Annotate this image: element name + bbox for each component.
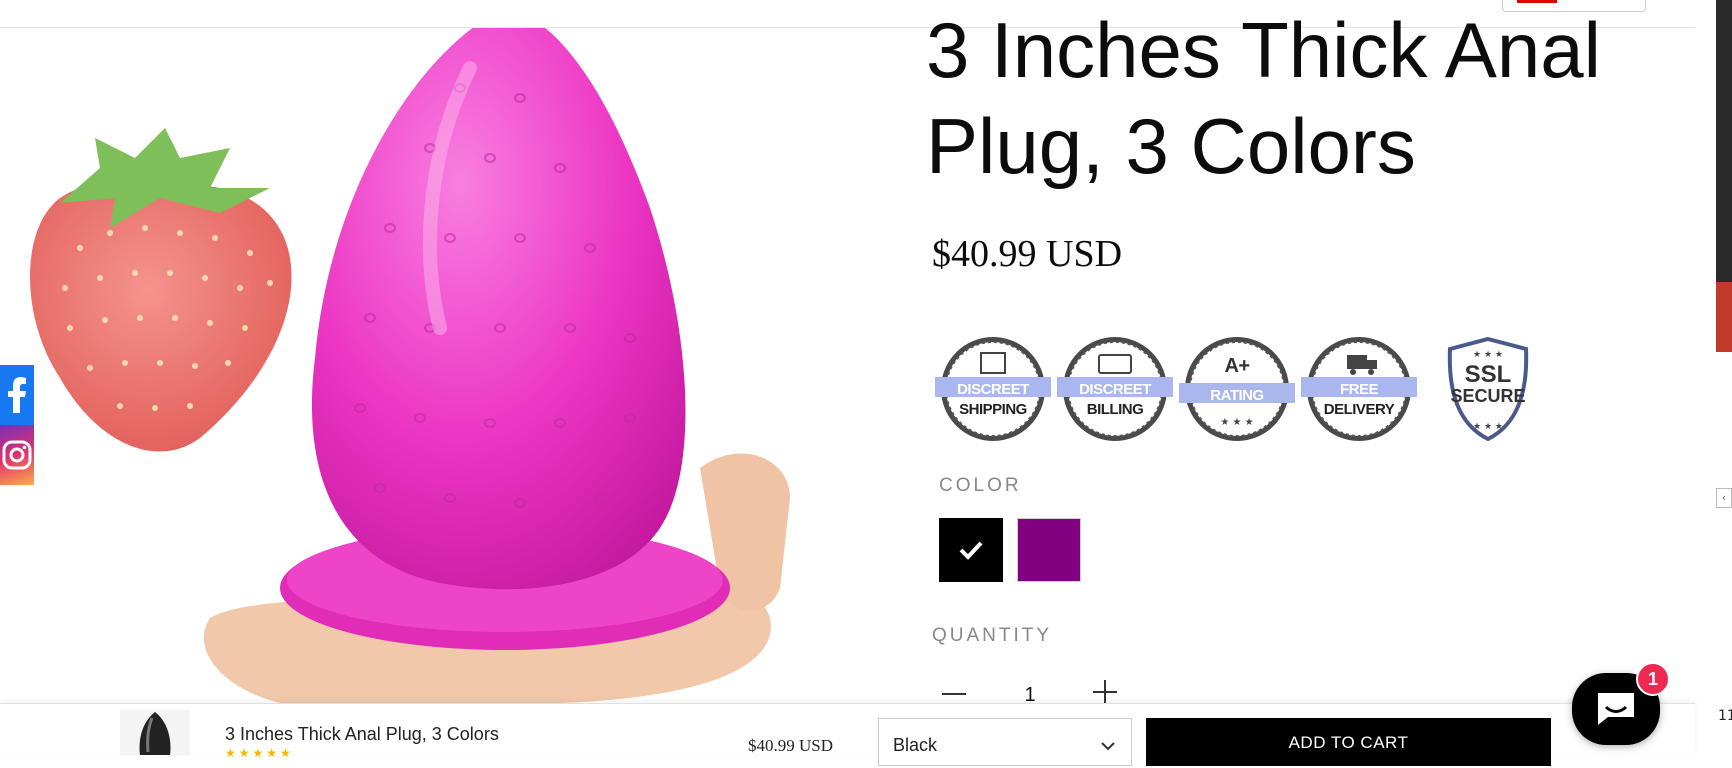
product-image[interactable] [0, 28, 810, 703]
chevron-down-icon [1101, 735, 1115, 756]
badge-line2: DELIVERY [1323, 401, 1395, 418]
badge-line1: FREE [1339, 381, 1379, 398]
badge-line2: SHIPPING [959, 401, 1027, 418]
sticky-add-to-cart-bar: 3 Inches Thick Anal Plug, 3 Colors ★★★★★… [0, 703, 1695, 766]
adjacent-window-edge: ‹ 11 [1716, 0, 1732, 754]
add-to-cart-button[interactable]: ADD TO CART [1146, 718, 1551, 766]
instagram-button[interactable] [0, 425, 34, 485]
facebook-button[interactable] [0, 365, 34, 425]
product-price: $40.99 USD [932, 233, 1123, 275]
badge-line2: BILLING [1086, 401, 1144, 418]
product-title: 3 Inches Thick Anal Plug, 3 Colors [926, 6, 1601, 190]
free-delivery-badge: FREE DELIVERY [1301, 335, 1417, 445]
chat-icon [1594, 689, 1638, 733]
ssl-secure-badge: ★ ★ ★ ★ ★ ★ SSL SECURE [1438, 335, 1538, 445]
color-swatch-black[interactable] [939, 518, 1003, 582]
badge-line1: DISCREET [1079, 381, 1151, 398]
facebook-icon [8, 377, 26, 413]
badge-line2: SECURE [1450, 386, 1526, 406]
quantity-label: QUANTITY [932, 625, 1053, 646]
product-plug [312, 28, 686, 590]
rating-stars-icon: ★★★★★ [225, 746, 294, 760]
selected-variant: Black [893, 735, 938, 755]
discreet-shipping-badge: DISCREET SHIPPING [935, 335, 1051, 445]
sticky-product-title: 3 Inches Thick Anal Plug, 3 Colors [225, 724, 499, 744]
quantity-increase-button[interactable] [1091, 678, 1119, 706]
edge-dark-panel [1716, 0, 1732, 282]
sticky-product-thumbnail [120, 710, 190, 755]
edge-red-panel [1716, 282, 1732, 352]
badge-line1: SSL [1464, 361, 1512, 388]
checkmark-icon [939, 518, 1003, 582]
edge-text: 11 [1718, 708, 1732, 724]
instagram-icon [2, 440, 32, 470]
svg-text:★ ★ ★: ★ ★ ★ [1473, 350, 1503, 360]
strawberry-illustration [30, 128, 292, 452]
social-share [0, 365, 34, 485]
color-label: COLOR [939, 475, 1022, 496]
svg-text:★ ★ ★: ★ ★ ★ [1473, 422, 1503, 432]
chat-unread-badge: 1 [1636, 662, 1670, 696]
color-swatch-purple[interactable] [1017, 518, 1081, 582]
badge-line1: A+ [1224, 355, 1250, 377]
sticky-variant-select[interactable]: Black [878, 718, 1132, 766]
discreet-billing-badge: DISCREET BILLING [1057, 335, 1173, 445]
stars-icon: ★ ★ ★ [1220, 417, 1253, 428]
chevron-left-icon[interactable]: ‹ [1716, 488, 1732, 508]
badge-line1: DISCREET [957, 381, 1029, 398]
a-plus-rating-badge: ★ ★ ★ A+ RATING [1179, 335, 1295, 445]
plus-icon [1093, 680, 1117, 704]
badge-line2: RATING [1210, 387, 1264, 404]
trust-badges: DISCREET SHIPPING DISCREET BILLING ★ ★ ★… [935, 335, 1535, 445]
sticky-product-price: $40.99 USD [748, 736, 834, 755]
